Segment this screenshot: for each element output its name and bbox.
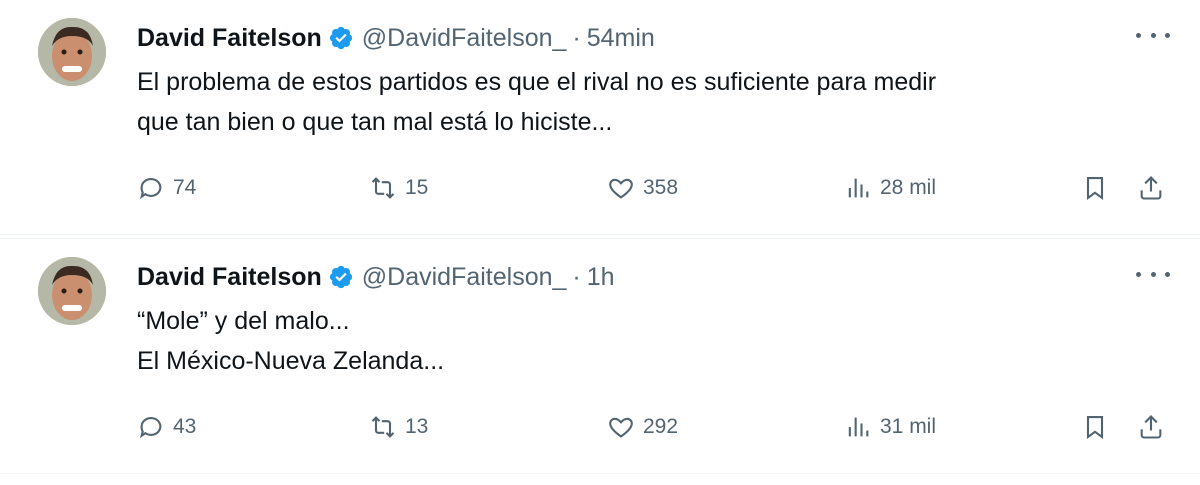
views-count: 31 mil bbox=[880, 415, 937, 438]
tweet-actions: 74 15 358 28 mil bbox=[137, 168, 1177, 208]
like-count: 292 bbox=[643, 415, 679, 438]
views-button[interactable]: 31 mil bbox=[844, 407, 936, 447]
views-icon bbox=[848, 178, 869, 198]
tweet-feed: David Faitelson @DavidFaitelson_ · 54min… bbox=[0, 0, 1200, 485]
more-icon[interactable] bbox=[1136, 24, 1170, 46]
tweet-text: El problema de estos partidos es que el … bbox=[137, 62, 1157, 142]
more-icon[interactable] bbox=[1136, 263, 1170, 285]
reply-button[interactable]: 74 bbox=[137, 168, 196, 208]
tweet-text-line: que tan bien o que tan mal está lo hicis… bbox=[137, 108, 613, 136]
separator-dot: · bbox=[572, 262, 581, 291]
retweet-count: 15 bbox=[405, 176, 429, 199]
bookmark-button[interactable] bbox=[1081, 407, 1109, 447]
verified-badge-icon bbox=[329, 26, 352, 50]
like-icon bbox=[609, 178, 633, 199]
verified-badge-icon bbox=[329, 265, 352, 289]
avatar[interactable] bbox=[38, 257, 106, 325]
retweet-button[interactable]: 15 bbox=[369, 168, 428, 208]
bookmark-button[interactable] bbox=[1081, 168, 1109, 208]
timestamp[interactable]: 1h bbox=[587, 263, 615, 292]
like-button[interactable]: 358 bbox=[607, 168, 678, 208]
retweet-icon bbox=[371, 177, 395, 199]
reply-count: 74 bbox=[173, 176, 197, 199]
like-count: 358 bbox=[643, 176, 679, 199]
views-icon bbox=[848, 417, 869, 437]
reply-icon bbox=[139, 417, 162, 439]
author-handle[interactable]: @DavidFaitelson_ bbox=[362, 263, 567, 292]
tweet-actions: 43 13 292 31 mil bbox=[137, 407, 1177, 447]
retweet-icon bbox=[371, 416, 395, 438]
bookmark-icon bbox=[1086, 177, 1104, 200]
tweet-text-line: “Mole” y del malo... bbox=[137, 307, 350, 335]
timestamp[interactable]: 54min bbox=[587, 24, 655, 53]
share-icon bbox=[1140, 415, 1162, 439]
author-handle[interactable]: @DavidFaitelson_ bbox=[362, 24, 567, 53]
tweet-header: David Faitelson @DavidFaitelson_ · 54min bbox=[137, 20, 655, 56]
tweet-text-line: El México-Nueva Zelanda... bbox=[137, 347, 445, 375]
views-count: 28 mil bbox=[880, 176, 937, 199]
reply-button[interactable]: 43 bbox=[137, 407, 196, 447]
separator-dot: · bbox=[572, 23, 581, 52]
share-icon bbox=[1140, 176, 1162, 200]
author-name[interactable]: David Faitelson bbox=[137, 24, 322, 53]
reply-icon bbox=[139, 178, 162, 200]
share-button[interactable] bbox=[1137, 168, 1165, 208]
retweet-count: 13 bbox=[405, 415, 429, 438]
author-name[interactable]: David Faitelson bbox=[137, 263, 322, 292]
avatar[interactable] bbox=[38, 18, 106, 86]
bookmark-icon bbox=[1086, 416, 1104, 439]
tweet-text: “Mole” y del malo... El México-Nueva Zel… bbox=[137, 301, 1157, 381]
tweet-text-line: El problema de estos partidos es que el … bbox=[137, 68, 937, 96]
tweet-header: David Faitelson @DavidFaitelson_ · 1h bbox=[137, 259, 615, 295]
like-button[interactable]: 292 bbox=[607, 407, 678, 447]
like-icon bbox=[609, 417, 633, 438]
tweet-2[interactable]: David Faitelson @DavidFaitelson_ · 1h “M… bbox=[0, 238, 1200, 474]
tweet-1[interactable]: David Faitelson @DavidFaitelson_ · 54min… bbox=[0, 0, 1200, 235]
views-button[interactable]: 28 mil bbox=[844, 168, 936, 208]
retweet-button[interactable]: 13 bbox=[369, 407, 428, 447]
reply-count: 43 bbox=[173, 415, 197, 438]
share-button[interactable] bbox=[1137, 407, 1165, 447]
